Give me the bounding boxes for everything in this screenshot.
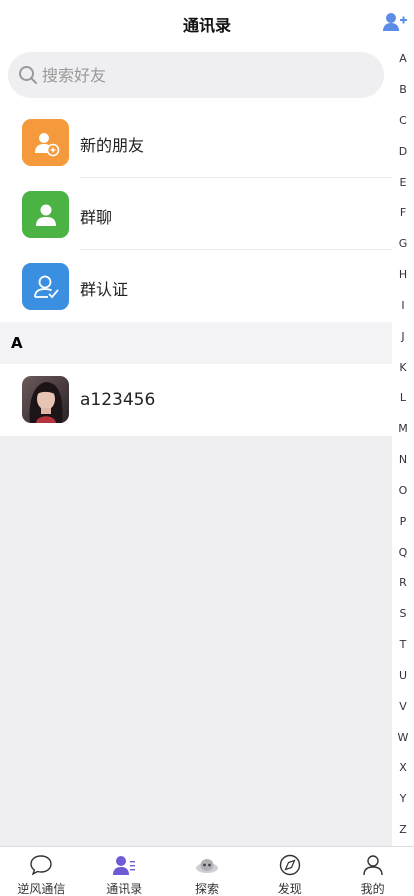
function-list: 新的朋友 群聊 群认证 (0, 106, 392, 322)
index-letter[interactable]: I (392, 299, 414, 312)
index-letter[interactable]: P (392, 515, 414, 528)
tab-messages[interactable]: 逆风通信 (0, 847, 83, 896)
explore-icon (195, 859, 218, 873)
chat-bubble-icon (30, 855, 53, 876)
group-verify-row[interactable]: 群认证 (0, 250, 392, 322)
index-letter[interactable]: O (392, 484, 414, 497)
index-letter[interactable]: A (392, 52, 414, 65)
header-bar: 通讯录 (0, 0, 414, 46)
group-chat-label: 群聊 (80, 208, 113, 227)
search-icon (19, 66, 37, 84)
contact-row[interactable]: a123456 (0, 364, 392, 436)
tab-label: 逆风通信 (17, 882, 66, 896)
section-letter: A (11, 334, 23, 352)
new-friend-tile (22, 119, 69, 166)
search-area (0, 46, 414, 106)
compass-icon (279, 854, 300, 876)
tab-me[interactable]: 我的 (331, 847, 414, 896)
tab-contacts[interactable]: 通讯录 (83, 847, 166, 896)
group-chat-row[interactable]: 群聊 (0, 178, 392, 250)
profile-icon (362, 855, 383, 876)
index-letter[interactable]: U (392, 669, 414, 682)
new-friend-icon (34, 132, 59, 156)
tab-label: 探索 (194, 882, 219, 896)
index-letter[interactable]: Z (392, 823, 414, 836)
index-letter[interactable]: S (392, 607, 414, 620)
tab-label: 我的 (360, 882, 385, 896)
index-letter[interactable]: M (392, 422, 414, 435)
index-letter[interactable]: Q (392, 546, 414, 559)
index-letter[interactable]: X (392, 761, 414, 774)
tab-explore[interactable]: 探索 (166, 847, 249, 896)
index-letter[interactable]: W (392, 731, 414, 744)
alphabet-index[interactable]: A B C D E F G H I J K L M N O P Q R S T … (392, 44, 414, 846)
index-letter[interactable]: R (392, 576, 414, 589)
index-letter[interactable]: F (392, 206, 414, 219)
tab-discover[interactable]: 发现 (248, 847, 331, 896)
index-letter[interactable]: J (392, 330, 414, 343)
group-verify-icon (33, 275, 59, 298)
contact-name: a123456 (80, 390, 156, 410)
index-letter[interactable]: C (392, 114, 414, 127)
new-friends-row[interactable]: 新的朋友 (0, 106, 392, 178)
bottom-tab-bar: 逆风通信 通讯录 探索 发现 我的 (0, 846, 414, 896)
page-title: 通讯录 (182, 16, 231, 35)
contacts-icon (113, 856, 136, 875)
index-letter[interactable]: E (392, 176, 414, 189)
index-letter[interactable]: T (392, 638, 414, 651)
index-letter[interactable]: D (392, 145, 414, 158)
section-header: A (0, 322, 392, 364)
index-letter[interactable]: Y (392, 792, 414, 805)
search-box[interactable] (8, 52, 384, 98)
index-letter[interactable]: H (392, 268, 414, 281)
group-chat-tile (22, 191, 69, 238)
group-chat-icon (35, 204, 56, 226)
avatar (22, 376, 69, 423)
tab-label: 通讯录 (106, 882, 143, 896)
add-friend-icon (383, 13, 407, 31)
index-letter[interactable]: L (392, 391, 414, 404)
index-letter[interactable]: V (392, 700, 414, 713)
new-friends-label: 新的朋友 (80, 136, 145, 155)
search-input[interactable] (42, 52, 362, 98)
add-friend-button[interactable] (382, 10, 408, 34)
index-letter[interactable]: K (392, 361, 414, 374)
tab-label: 发现 (277, 882, 302, 896)
group-verify-label: 群认证 (80, 280, 129, 299)
index-letter[interactable]: G (392, 237, 414, 250)
group-verify-tile (22, 263, 69, 310)
index-letter[interactable]: B (392, 83, 414, 96)
index-letter[interactable]: N (392, 453, 414, 466)
